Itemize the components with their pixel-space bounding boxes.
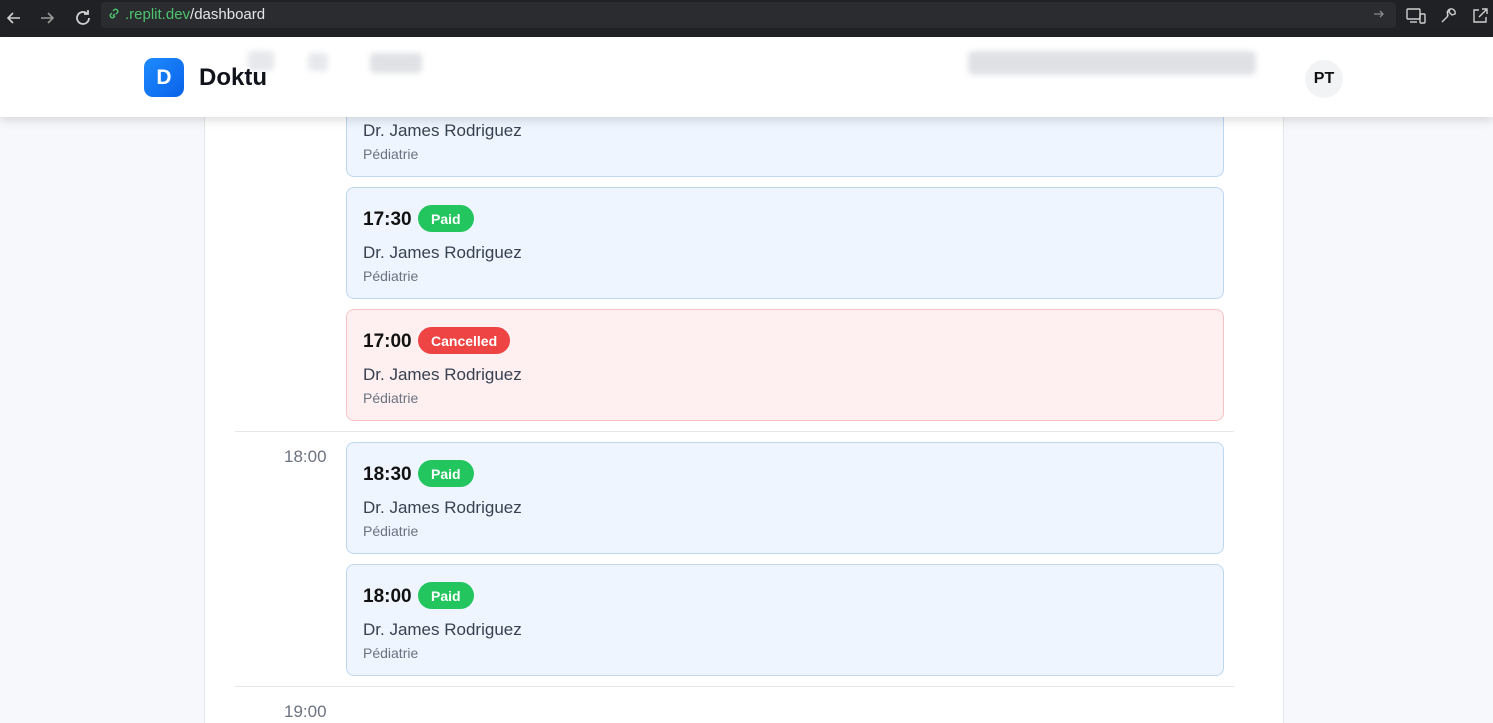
back-icon[interactable] (1, 5, 27, 31)
status-badge: Paid (418, 205, 474, 232)
appointment-card[interactable]: 18:00 Paid Dr. James Rodriguez Pédiatrie (346, 564, 1224, 676)
doctor-name: Dr. James Rodriguez (363, 121, 522, 140)
specialty: Pédiatrie (363, 390, 419, 406)
url-path: /dashboard (190, 6, 266, 23)
hour-divider (235, 686, 1234, 687)
reload-icon[interactable] (70, 5, 96, 31)
wrench-icon[interactable] (1437, 5, 1459, 27)
forward-icon[interactable] (34, 5, 60, 31)
specialty: Pédiatrie (363, 523, 419, 539)
user-avatar[interactable]: PT (1305, 60, 1343, 98)
appointment-time: 18:30 (363, 464, 412, 485)
link-icon (107, 8, 121, 22)
status-badge: Paid (418, 582, 474, 609)
appointment-time: 18:00 (363, 586, 412, 607)
app-header: D Doktu PT (0, 37, 1493, 117)
address-bar[interactable]: .replit.dev/dashboard (101, 2, 1396, 28)
status-badge: Paid (418, 460, 474, 487)
logo[interactable]: D (144, 58, 184, 97)
doctor-name: Dr. James Rodriguez (363, 243, 522, 262)
appointment-time: 17:00 (363, 331, 412, 352)
hour-divider (235, 431, 1234, 432)
hour-label: 19:00 (284, 702, 327, 721)
hour-label: 18:00 (284, 447, 327, 466)
url-text: .replit.dev/dashboard (125, 6, 265, 23)
appointment-card[interactable]: 18:30 Paid Dr. James Rodriguez Pédiatrie (346, 442, 1224, 554)
open-external-icon[interactable] (1469, 5, 1491, 27)
specialty: Pédiatrie (363, 268, 419, 284)
appointment-time: 17:30 (363, 209, 412, 230)
url-host: .replit.dev (125, 6, 191, 23)
browser-toolbar: .replit.dev/dashboard (0, 0, 1493, 37)
appointment-card[interactable]: 17:30 Paid Dr. James Rodriguez Pédiatrie (346, 187, 1224, 299)
doctor-name: Dr. James Rodriguez (363, 365, 522, 384)
specialty: Pédiatrie (363, 645, 419, 661)
doctor-name: Dr. James Rodriguez (363, 498, 522, 517)
specialty: Pédiatrie (363, 146, 419, 162)
appointment-card[interactable]: 17:00 Cancelled Dr. James Rodriguez Pédi… (346, 309, 1224, 421)
status-badge: Cancelled (418, 327, 511, 354)
doctor-name: Dr. James Rodriguez (363, 620, 522, 639)
devices-icon[interactable] (1405, 5, 1427, 27)
schedule-panel: Dr. James Rodriguez Pédiatrie 17:30 Paid… (204, 37, 1284, 723)
brand-name[interactable]: Doktu (199, 64, 267, 92)
go-arrow-icon[interactable] (1372, 7, 1386, 21)
